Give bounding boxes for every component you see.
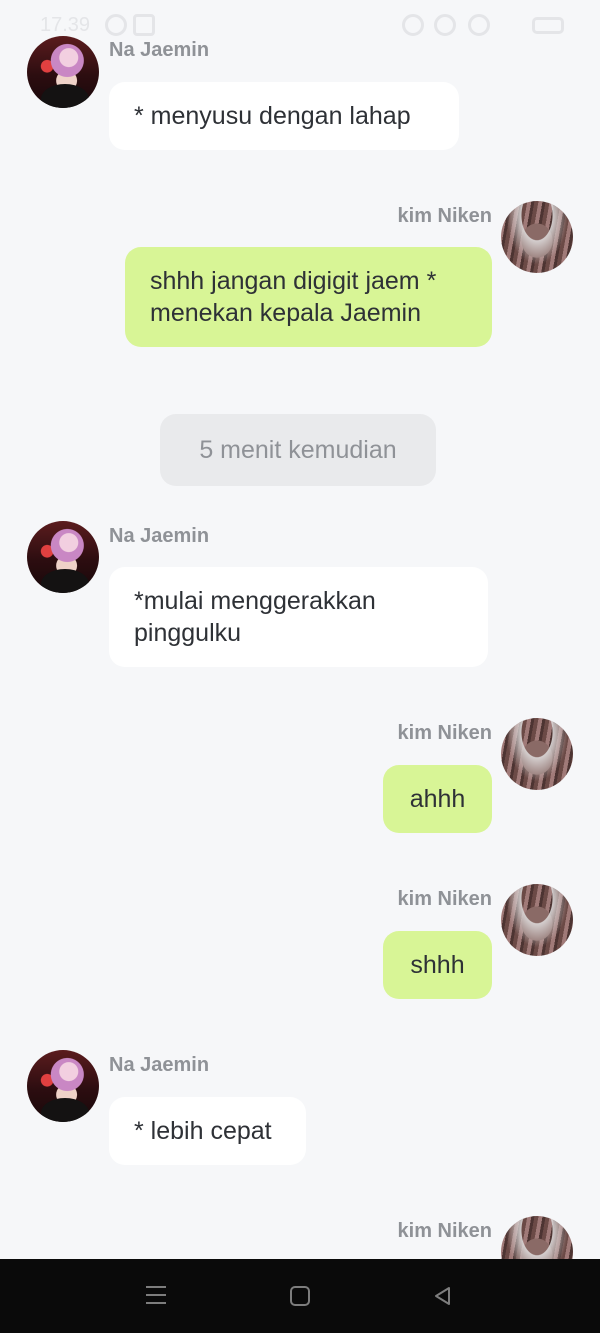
message-text: ahhh (409, 785, 466, 813)
message-text-line: menekan kepala Jaemin (150, 299, 421, 327)
message-bubble-outgoing[interactable]: shhh (383, 931, 492, 999)
navigation-bar (0, 1259, 600, 1333)
whatsapp-icon (105, 14, 127, 36)
home-icon[interactable] (290, 1286, 310, 1306)
sender-name: kim Niken (397, 205, 492, 227)
sender-name: Na Jaemin (109, 525, 210, 547)
sender-name: kim Niken (397, 888, 492, 910)
mail-icon (133, 14, 155, 36)
message-bubble-incoming[interactable]: *mulai menggerakkan pinggulku (109, 567, 488, 667)
wifi-icon (468, 14, 490, 36)
message-bubble-outgoing[interactable]: shhh jangan digigit jaem * menekan kepal… (125, 247, 492, 347)
message-bubble-incoming[interactable]: * lebih cepat (109, 1097, 306, 1165)
avatar-kim-niken[interactable] (501, 201, 573, 273)
message-text: * menyusu dengan lahap (134, 102, 411, 130)
time-divider: 5 menit kemudian (160, 414, 436, 486)
status-bar: 17.39 (0, 0, 600, 52)
status-time: 17.39 (40, 14, 91, 36)
sender-name: kim Niken (397, 722, 492, 744)
battery-icon (532, 17, 564, 34)
avatar-na-jaemin[interactable] (27, 521, 99, 593)
headset-icon (402, 14, 424, 36)
message-text: shhh (410, 951, 465, 979)
message-text-line: pinggulku (134, 619, 242, 647)
message-text: * lebih cepat (134, 1117, 272, 1145)
chat-screen: 17.39 Na Jaemin * menyusu dengan lahap k… (0, 0, 600, 1333)
avatar-na-jaemin[interactable] (27, 1050, 99, 1122)
message-text-line: shhh jangan digigit jaem * (150, 267, 437, 295)
avatar-kim-niken[interactable] (501, 718, 573, 790)
back-icon[interactable] (432, 1285, 454, 1307)
sender-name: kim Niken (397, 1220, 492, 1242)
sender-name: Na Jaemin (109, 39, 210, 61)
message-bubble-outgoing[interactable]: ahhh (383, 765, 492, 833)
avatar-na-jaemin[interactable] (27, 36, 99, 108)
volte-icon (434, 14, 456, 36)
message-bubble-incoming[interactable]: * menyusu dengan lahap (109, 82, 459, 150)
message-text-line: *mulai menggerakkan (134, 587, 376, 615)
avatar-kim-niken[interactable] (501, 884, 573, 956)
menu-icon[interactable] (146, 1286, 166, 1306)
sender-name: Na Jaemin (109, 1054, 210, 1076)
